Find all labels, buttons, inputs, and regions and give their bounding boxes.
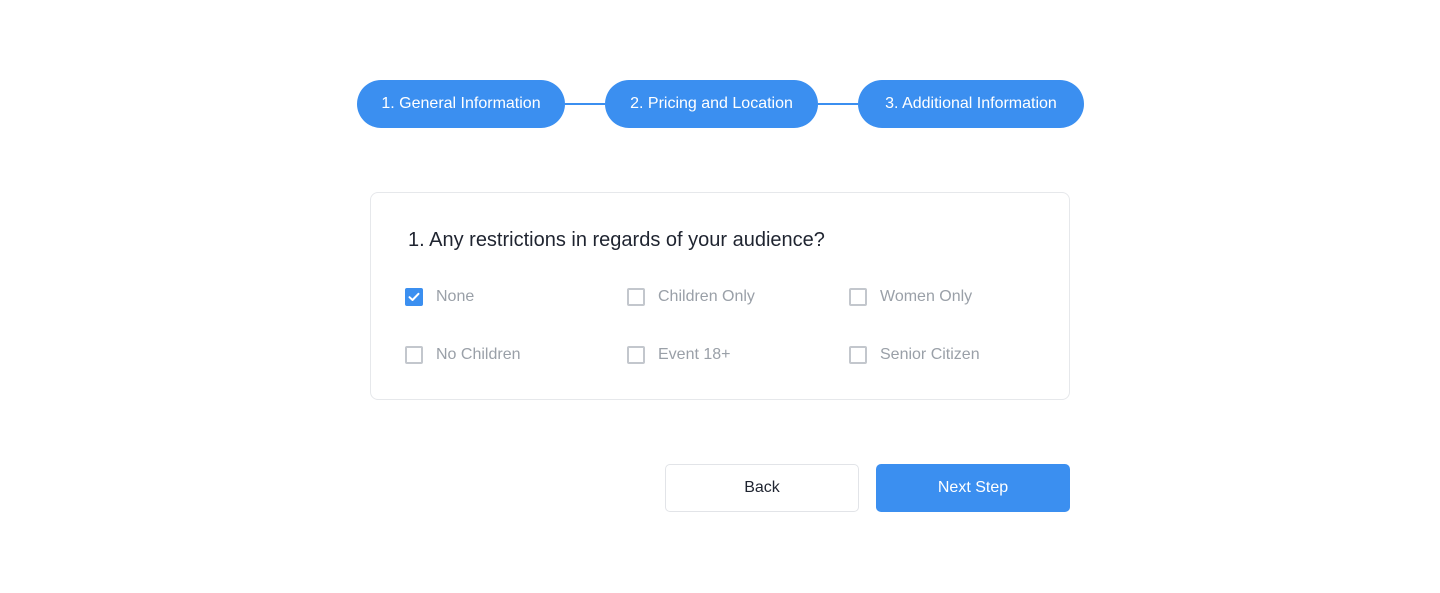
back-button-label: Back: [744, 479, 780, 496]
page: 1. General Information 2. Pricing and Lo…: [0, 0, 1440, 593]
question-card: 1. Any restrictions in regards of your a…: [370, 192, 1070, 400]
step-connector: [818, 103, 858, 105]
checkbox-checked-icon[interactable]: [405, 288, 423, 306]
option-label: No Children: [436, 346, 521, 363]
option-women-only[interactable]: Women Only: [849, 288, 972, 306]
checkbox-icon[interactable]: [627, 346, 645, 364]
next-step-button-label: Next Step: [937, 479, 1009, 496]
step-label: 2. Pricing and Location: [630, 95, 793, 112]
option-label: Event 18+: [658, 346, 731, 363]
option-label: Children Only: [658, 288, 755, 305]
stepper: 1. General Information 2. Pricing and Lo…: [357, 80, 1084, 128]
checkbox-icon[interactable]: [627, 288, 645, 306]
option-no-children[interactable]: No Children: [405, 346, 520, 364]
step-general-information[interactable]: 1. General Information: [357, 80, 565, 128]
option-senior-citizen[interactable]: Senior Citizen: [849, 346, 980, 364]
option-children-only[interactable]: Children Only: [627, 288, 755, 306]
next-step-button[interactable]: Next Step: [876, 464, 1070, 512]
step-connector: [565, 103, 605, 105]
back-button[interactable]: Back: [665, 464, 859, 512]
step-label: 1. General Information: [381, 95, 541, 112]
option-label: Senior Citizen: [880, 346, 980, 363]
option-label: None: [436, 288, 475, 305]
option-none[interactable]: None: [405, 288, 474, 306]
checkbox-icon[interactable]: [849, 346, 867, 364]
option-event-18-plus[interactable]: Event 18+: [627, 346, 731, 364]
checkbox-icon[interactable]: [849, 288, 867, 306]
step-additional-information[interactable]: 3. Additional Information: [858, 80, 1084, 128]
step-label: 3. Additional Information: [885, 95, 1057, 112]
step-pricing-and-location[interactable]: 2. Pricing and Location: [605, 80, 818, 128]
question-title: 1. Any restrictions in regards of your a…: [408, 229, 825, 251]
option-label: Women Only: [880, 288, 973, 305]
checkbox-icon[interactable]: [405, 346, 423, 364]
